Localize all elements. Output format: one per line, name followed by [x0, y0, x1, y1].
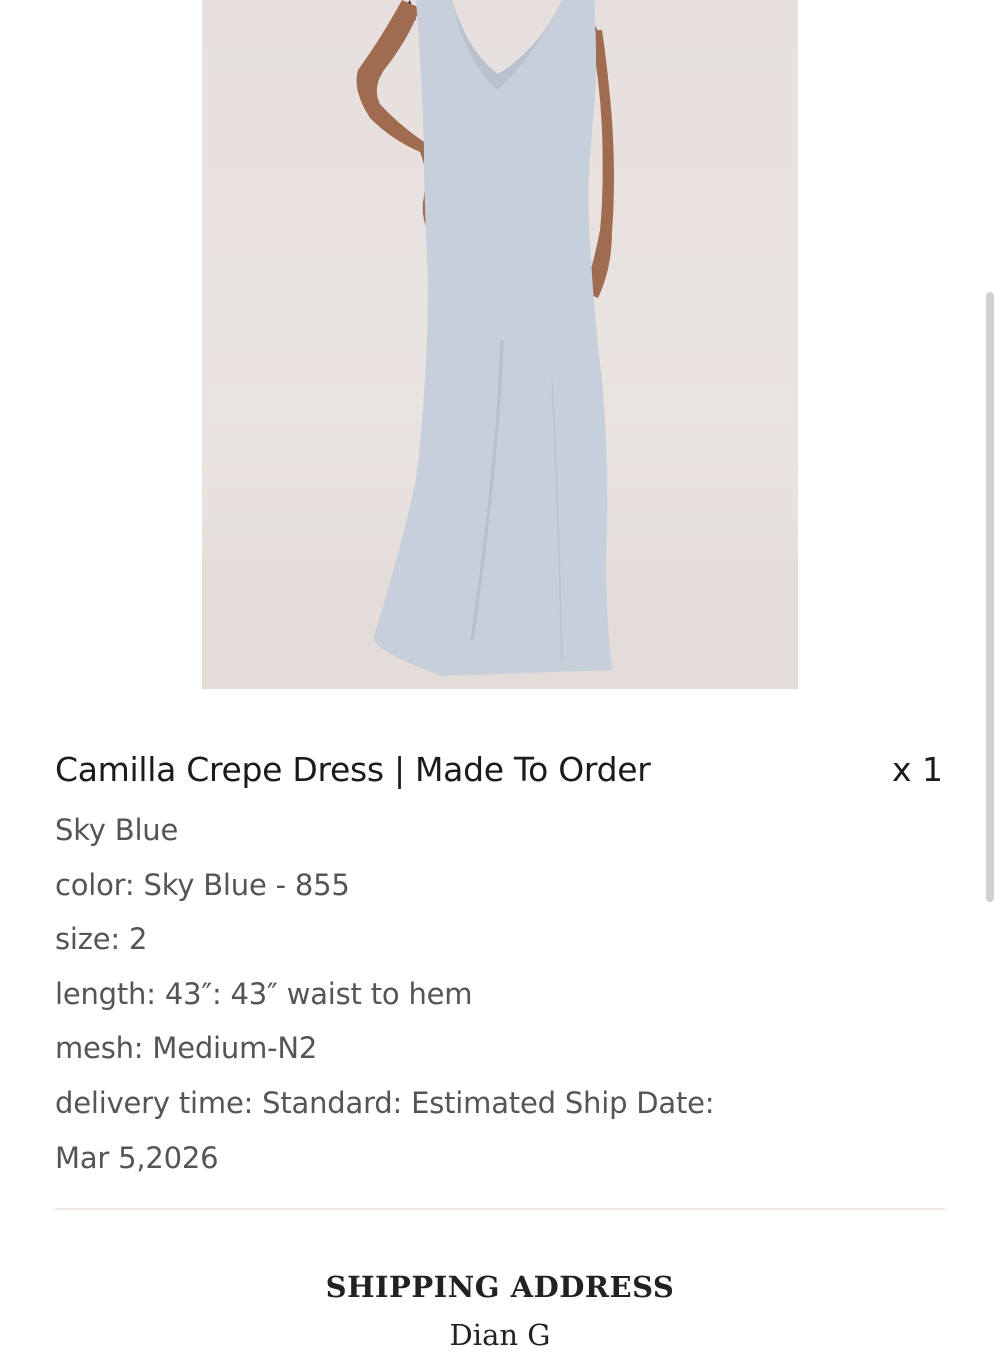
- variant-mesh: mesh: Medium-N2: [55, 1031, 318, 1066]
- shipping-address-heading: SHIPPING ADDRESS: [325, 1270, 675, 1304]
- shipping-recipient-name: Dian G: [449, 1318, 551, 1352]
- dress-photo-illustration: [202, 0, 798, 689]
- product-title[interactable]: Camilla Crepe Dress | Made To Order: [55, 750, 651, 789]
- variant-delivery-time: delivery time: Standard: Estimated Ship …: [55, 1085, 715, 1175]
- variant-color: color: Sky Blue - 855: [55, 867, 350, 902]
- variant-size: size: 2: [55, 922, 148, 957]
- variant-list: Sky Blue color: Sky Blue - 855 size: 2 l…: [55, 803, 775, 1185]
- variant-length: length: 43″: 43″ waist to hem: [55, 976, 473, 1011]
- product-image[interactable]: [202, 0, 798, 689]
- variant-color-name: Sky Blue: [55, 813, 179, 847]
- quantity-label: x 1: [891, 750, 943, 789]
- section-divider: [55, 1208, 945, 1210]
- page-scrollbar[interactable]: [986, 292, 994, 902]
